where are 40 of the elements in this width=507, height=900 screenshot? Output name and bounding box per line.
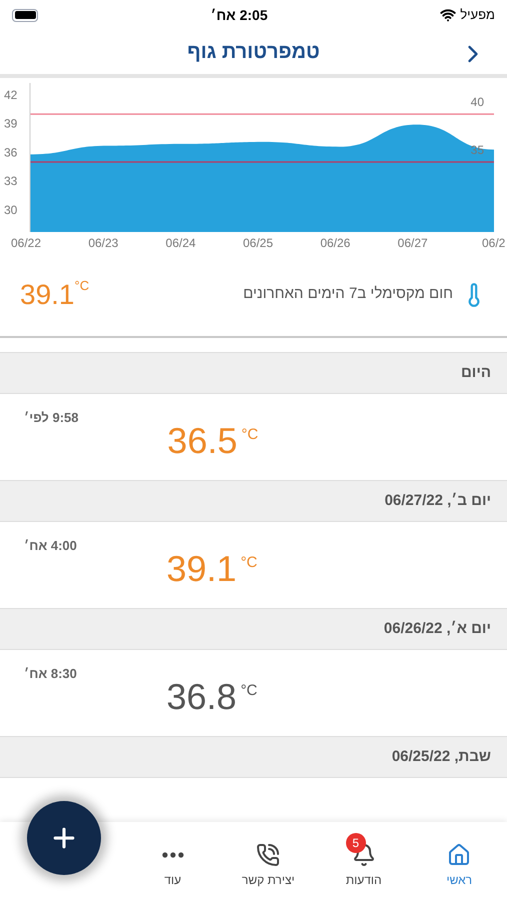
wifi-icon <box>440 7 456 23</box>
x-tick-label: 06/26 <box>320 236 350 250</box>
day-label: יום ב׳, 06/27/22 <box>384 490 491 511</box>
tab-item[interactable]: ראשי <box>412 833 507 889</box>
y-tick-label: 42 <box>4 88 18 102</box>
x-tick-label: 06/2 <box>482 236 506 250</box>
x-tick-label: 06/23 <box>88 236 118 250</box>
page-title: טמפרטורת גוף <box>187 40 320 65</box>
carrier-text: מפעיל <box>460 6 495 24</box>
reading-unit: °C <box>240 681 258 701</box>
more-icon <box>162 852 184 858</box>
threshold-label: 35 <box>470 143 484 158</box>
reading-value: 36.5 <box>167 419 238 463</box>
reading-unit: °C <box>241 425 258 445</box>
day-label: יום א׳, 06/26/22 <box>384 618 491 639</box>
y-tick-label: 30 <box>4 202 18 217</box>
day-label: שבת, 06/25/22 <box>392 746 491 767</box>
max-label: חום מקסימלי ב7 הימים האחרונים <box>243 284 453 304</box>
y-tick-label: 36 <box>4 145 18 160</box>
threshold-label: 40 <box>470 95 484 110</box>
battery-icon <box>12 8 38 22</box>
x-tick-label: 06/22 <box>11 236 42 250</box>
reading-time: 4:00 אח׳ <box>24 537 77 555</box>
status-time: 2:05 אח׳ <box>210 6 268 24</box>
tab-item[interactable]: יצירת קשר <box>220 833 316 889</box>
home-icon <box>447 843 472 867</box>
y-tick-label: 39 <box>4 116 18 131</box>
reading-time: 8:30 אח׳ <box>24 665 77 683</box>
tab-item[interactable]: עוד <box>125 833 220 889</box>
x-tick-label: 06/27 <box>398 236 428 250</box>
day-label: היום <box>461 362 491 383</box>
reading-value: 36.8 <box>166 675 237 719</box>
reading-unit: °C <box>240 553 258 573</box>
x-tick-label: 06/24 <box>166 236 196 250</box>
reading-value: 39.1 <box>166 547 237 591</box>
notification-badge: 5 <box>346 833 366 853</box>
y-tick-label: 33 <box>4 174 18 188</box>
phone-icon <box>256 843 280 867</box>
reading-time: 9:58 לפי׳ <box>24 409 79 427</box>
x-tick-label: 06/25 <box>243 236 274 250</box>
